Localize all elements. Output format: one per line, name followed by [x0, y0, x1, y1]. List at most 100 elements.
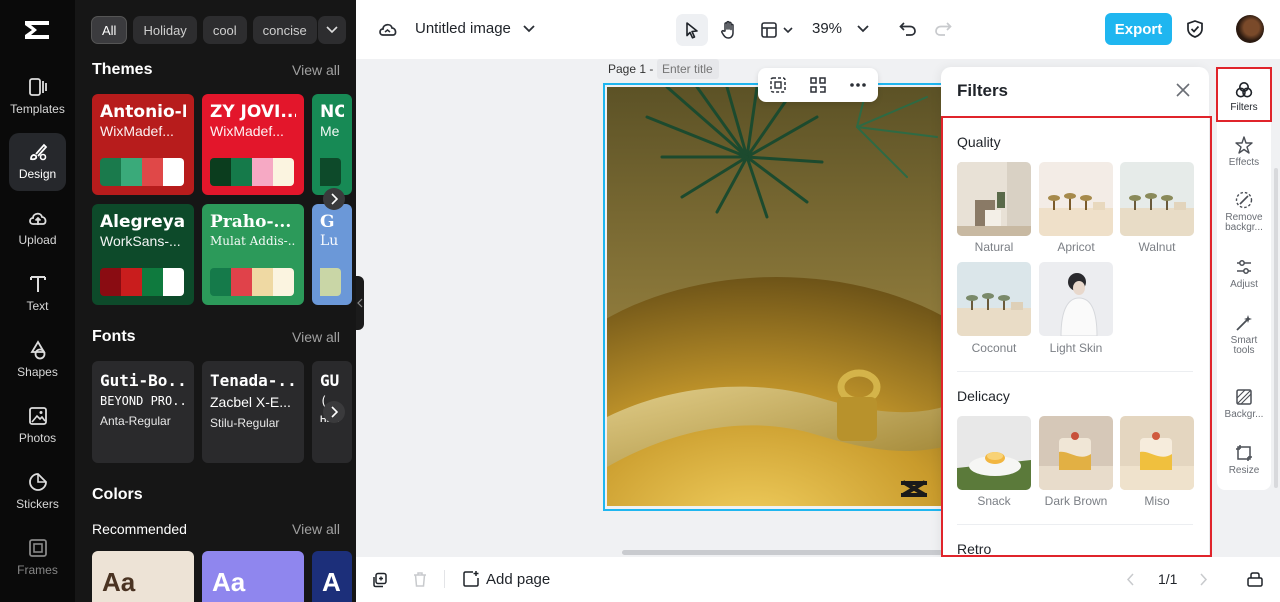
user-avatar[interactable] — [1236, 15, 1264, 43]
page-title-input[interactable] — [657, 59, 719, 79]
capcut-logo-icon[interactable] — [22, 16, 52, 44]
fonts-scroll-right-button[interactable] — [323, 401, 345, 423]
shield-check-icon[interactable] — [1186, 19, 1204, 39]
rail-resize-button[interactable]: Resize — [1217, 443, 1271, 476]
themes-view-all-link[interactable]: View all — [292, 62, 340, 78]
rail-smart-tools-button[interactable]: Smart tools — [1217, 313, 1271, 356]
color-swatch — [320, 268, 341, 296]
chip-all[interactable]: All — [91, 16, 128, 44]
page-manager-icon[interactable] — [1246, 571, 1264, 588]
chip-holiday[interactable]: Holiday — [133, 16, 197, 44]
rail-remove-background-button[interactable]: Remove backgr... — [1217, 190, 1271, 233]
export-button[interactable]: Export — [1105, 13, 1172, 45]
color-palette-card[interactable]: Aa — [92, 551, 194, 602]
trash-icon[interactable] — [413, 571, 427, 588]
chip-concise[interactable]: concise — [252, 16, 317, 44]
theme-font-sub: Mulat Addis-... — [210, 234, 296, 248]
nav-templates[interactable]: Templates — [9, 68, 66, 126]
zoom-level[interactable]: 39% — [812, 20, 842, 37]
font-preview: Guti-Bo... — [100, 371, 186, 390]
toolbar-divider — [444, 570, 445, 588]
rail-background-button[interactable]: Backgr... — [1217, 387, 1271, 420]
stickers-icon — [28, 473, 47, 491]
theme-card[interactable]: Praho-... Mulat Addis-... — [202, 204, 304, 305]
nav-design[interactable]: Design — [9, 133, 66, 191]
close-icon[interactable] — [1174, 81, 1192, 99]
theme-card[interactable]: NO Me — [312, 94, 352, 195]
fonts-title: Fonts — [92, 328, 136, 345]
nav-photos[interactable]: Photos — [9, 397, 66, 455]
prev-page-icon[interactable] — [1126, 573, 1134, 586]
rail-effects-button[interactable]: Effects — [1217, 135, 1271, 168]
highlight-filters-button-box — [1216, 67, 1272, 122]
color-swatch — [100, 158, 121, 186]
zoom-chevron-down-icon[interactable] — [857, 25, 869, 33]
chevron-down-icon[interactable] — [523, 25, 535, 33]
theme-card[interactable]: AlegreyaS... WorkSans-... — [92, 204, 194, 305]
nav-stickers[interactable]: Stickers — [9, 463, 66, 521]
chip-cool[interactable]: cool — [202, 16, 247, 44]
select-tool-button[interactable] — [676, 14, 708, 46]
font-card[interactable]: Tenada-... Zacbel X-E... Stilu-Regular — [202, 361, 304, 463]
cloud-save-icon[interactable] — [378, 20, 398, 38]
category-chips: All Holiday cool concise — [91, 16, 317, 44]
rail-label: Adjust — [1230, 279, 1258, 290]
color-swatch — [252, 158, 273, 186]
theme-font-sub: WixMadef... — [100, 123, 174, 139]
add-page-icon — [463, 571, 479, 587]
layout-menu-button[interactable] — [756, 14, 796, 46]
fonts-view-all-link[interactable]: View all — [292, 329, 340, 345]
theme-swatches — [210, 158, 294, 186]
color-palette-card[interactable]: Aa — [202, 551, 304, 602]
chips-expand-button[interactable] — [318, 16, 346, 44]
rail-label: Backgr... — [1224, 409, 1264, 420]
redo-icon[interactable] — [934, 21, 952, 37]
font-card[interactable]: Guti-Bo... BEYOND PRO... Anta-Regular — [92, 361, 194, 463]
theme-card[interactable]: ZY JOVI... WixMadef... — [202, 94, 304, 195]
design-panel: All Holiday cool concise Themes View all… — [75, 0, 356, 602]
hand-icon — [721, 20, 734, 39]
font-name: Stilu-Regular — [210, 416, 280, 430]
crop-select-icon[interactable] — [769, 76, 787, 94]
font-name: Anta-Regular — [100, 414, 171, 428]
color-swatch — [100, 268, 121, 296]
duplicate-page-icon[interactable] — [372, 572, 388, 588]
nav-label: Templates — [10, 102, 65, 116]
rail-adjust-button[interactable]: Adjust — [1217, 257, 1271, 290]
theme-font-sub: Lu — [320, 233, 339, 249]
nav-label: Upload — [18, 233, 57, 247]
nav-frames[interactable]: Frames — [9, 529, 66, 587]
qr-scan-icon[interactable] — [809, 76, 827, 94]
themes-scroll-right-button[interactable] — [323, 188, 345, 210]
nav-label: Design — [18, 167, 57, 181]
document-title[interactable]: Untitled image — [415, 20, 511, 37]
theme-swatches — [100, 158, 184, 186]
nav-text[interactable]: Text — [9, 265, 66, 323]
chevron-down-icon — [326, 26, 338, 34]
rail-label: Effects — [1228, 157, 1260, 168]
panel-collapse-handle[interactable] — [356, 276, 364, 330]
more-options-icon[interactable] — [849, 82, 867, 88]
undo-icon[interactable] — [899, 21, 917, 37]
font-preview: Tenada-... — [210, 371, 296, 390]
color-swatch — [210, 158, 231, 186]
nav-upload[interactable]: Upload — [9, 199, 66, 257]
nav-shapes[interactable]: Shapes — [9, 331, 66, 389]
color-swatch — [210, 268, 231, 296]
theme-font-sub: Me — [320, 123, 340, 139]
add-page-button[interactable]: Add page — [462, 570, 550, 588]
colors-view-all-link[interactable]: View all — [292, 521, 340, 537]
rail-label: Remove backgr... — [1225, 212, 1263, 233]
colors-recommended-label: Recommended — [92, 521, 187, 537]
right-vertical-scrollbar[interactable] — [1274, 168, 1278, 488]
color-swatch — [142, 158, 163, 186]
color-palette-card[interactable]: A — [312, 551, 352, 602]
upload-cloud-icon — [28, 212, 46, 225]
theme-card[interactable]: G Lu — [312, 204, 352, 305]
color-swatch — [273, 268, 294, 296]
theme-card[interactable]: Antonio-Bold WixMadef... — [92, 94, 194, 195]
hand-tool-button[interactable] — [713, 14, 745, 46]
next-page-icon[interactable] — [1200, 573, 1208, 586]
theme-swatches — [320, 268, 341, 296]
color-swatch — [231, 268, 252, 296]
